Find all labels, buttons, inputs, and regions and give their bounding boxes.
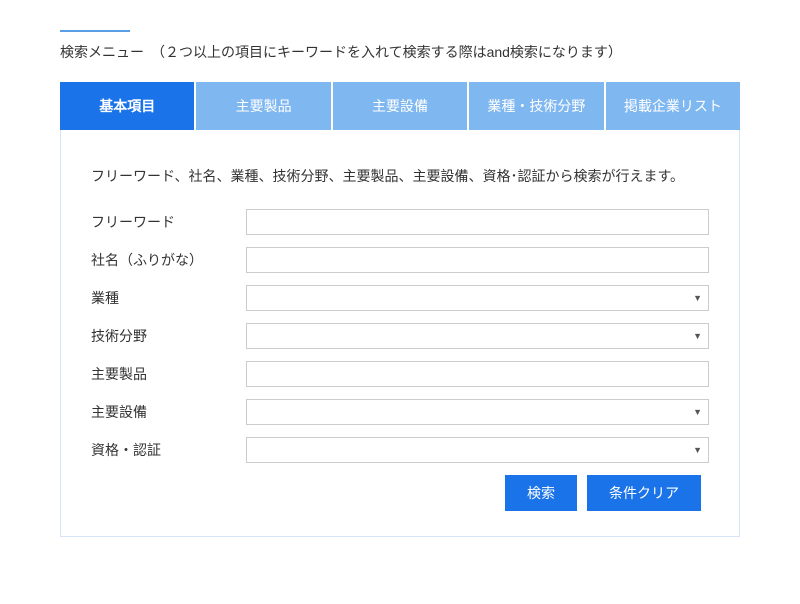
tabs: 基本項目 主要製品 主要設備 業種・技術分野 掲載企業リスト (60, 82, 740, 130)
row-company: 社名（ふりがな） (91, 247, 709, 273)
clear-button[interactable]: 条件クリア (587, 475, 701, 511)
row-techfield: 技術分野 ▼ (91, 323, 709, 349)
label-company: 社名（ふりがな） (91, 250, 246, 270)
row-cert: 資格・認証 ▼ (91, 437, 709, 463)
label-product: 主要製品 (91, 364, 246, 384)
search-button[interactable]: 検索 (505, 475, 577, 511)
label-equipment: 主要設備 (91, 402, 246, 422)
section-rule (60, 30, 130, 32)
tab-industry[interactable]: 業種・技術分野 (469, 82, 603, 130)
tab-label: 主要製品 (236, 98, 292, 114)
search-panel: フリーワード、社名、業種、技術分野、主要製品、主要設備、資格･認証から検索が行え… (60, 130, 740, 537)
input-product[interactable] (246, 361, 709, 387)
tab-products[interactable]: 主要製品 (196, 82, 330, 130)
select-industry[interactable]: ▼ (246, 285, 709, 311)
select-cert[interactable]: ▼ (246, 437, 709, 463)
input-company[interactable] (246, 247, 709, 273)
tab-equipment[interactable]: 主要設備 (333, 82, 467, 130)
row-industry: 業種 ▼ (91, 285, 709, 311)
row-freeword: フリーワード (91, 209, 709, 235)
select-equipment[interactable]: ▼ (246, 399, 709, 425)
label-techfield: 技術分野 (91, 326, 246, 346)
tab-companylist[interactable]: 掲載企業リスト (606, 82, 740, 130)
tab-label: 基本項目 (99, 98, 155, 114)
button-row: 検索 条件クリア (91, 475, 709, 511)
row-product: 主要製品 (91, 361, 709, 387)
tab-label: 主要設備 (372, 98, 428, 114)
chevron-down-icon: ▼ (693, 407, 702, 417)
tab-label: 掲載企業リスト (624, 98, 722, 114)
tab-basic[interactable]: 基本項目 (60, 82, 194, 130)
input-freeword[interactable] (246, 209, 709, 235)
select-techfield[interactable]: ▼ (246, 323, 709, 349)
page-title: 検索メニュー （２つ以上の項目にキーワードを入れて検索する際はand検索になりま… (60, 42, 740, 62)
row-equipment: 主要設備 ▼ (91, 399, 709, 425)
label-cert: 資格・認証 (91, 440, 246, 460)
label-freeword: フリーワード (91, 212, 246, 232)
label-industry: 業種 (91, 288, 246, 308)
panel-description: フリーワード、社名、業種、技術分野、主要製品、主要設備、資格･認証から検索が行え… (91, 165, 709, 187)
chevron-down-icon: ▼ (693, 445, 702, 455)
chevron-down-icon: ▼ (693, 331, 702, 341)
tab-label: 業種・技術分野 (487, 98, 585, 114)
chevron-down-icon: ▼ (693, 293, 702, 303)
